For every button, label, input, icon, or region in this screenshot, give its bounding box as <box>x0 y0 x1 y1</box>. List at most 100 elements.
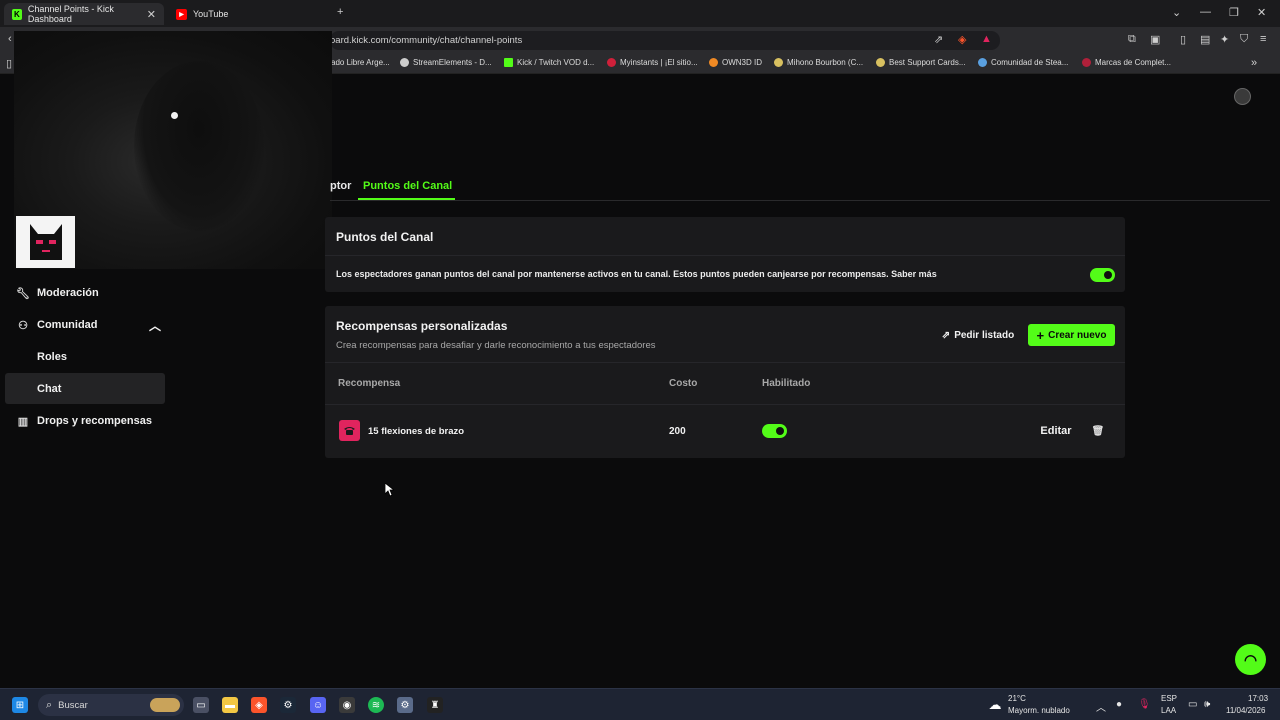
reward-icon <box>339 420 360 441</box>
bookmark-item[interactable]: Comunidad de Stea... <box>978 58 1068 67</box>
sidebar-item-moderacion[interactable]: 🔧︎ Moderación <box>16 282 99 304</box>
own3d-icon <box>709 58 718 67</box>
kick-vod-icon <box>504 58 513 67</box>
reward-cost: 200 <box>669 426 686 437</box>
bookmark-item[interactable]: Best Support Cards... <box>876 58 965 67</box>
language-top[interactable]: ESP <box>1161 694 1177 703</box>
channel-points-description: Los espectadores ganan puntos del canal … <box>336 269 937 279</box>
tab-divider <box>330 200 1270 201</box>
discord-icon[interactable]: ☺ <box>310 697 326 713</box>
sidebar-item-label: Drops y recompensas <box>37 415 152 427</box>
browser-tab-bar: K Channel Points - Kick Dashboard ✕ ▶ Yo… <box>0 0 1280 27</box>
kick-favicon-icon: K <box>12 8 22 20</box>
community-icon: ⚇ <box>18 319 28 332</box>
maximize-icon[interactable]: ❐ <box>1229 6 1239 19</box>
file-explorer-icon[interactable]: ▬ <box>222 697 238 713</box>
search-icon: ⌕ <box>46 698 53 711</box>
microphone-icon[interactable]: 🎙︎ <box>1138 699 1151 710</box>
leo-ai-icon[interactable]: ✦ <box>1220 33 1229 46</box>
channel-points-toggle[interactable] <box>1090 268 1115 282</box>
delete-icon[interactable]: 🗑︎ <box>1088 419 1108 443</box>
youtube-favicon-icon: ▶ <box>176 8 187 20</box>
sidebar-item-roles[interactable]: Roles <box>37 351 67 363</box>
volume-icon[interactable]: 🕪︎ <box>1204 699 1210 710</box>
profile-avatar[interactable] <box>1234 88 1251 105</box>
sidebar-item-drops[interactable]: ▥ Drops y recompensas <box>16 410 152 432</box>
sidebar-toggle-icon[interactable]: ▯ <box>1180 33 1186 46</box>
bookmark-item[interactable]: Marcas de Complet... <box>1082 58 1171 67</box>
create-new-button[interactable]: + Crear nuevo <box>1028 324 1115 346</box>
menu-icon[interactable]: ≡ <box>1260 33 1266 45</box>
wallet-icon[interactable]: ▤ <box>1200 33 1210 46</box>
close-tab-icon[interactable]: ✕ <box>147 8 156 21</box>
tab-channel-points[interactable]: K Channel Points - Kick Dashboard ✕ <box>4 3 164 25</box>
brave-browser-icon[interactable]: ◈ <box>251 697 267 713</box>
chevron-up-icon[interactable]: ︿ <box>149 317 161 334</box>
brave-rewards-icon[interactable]: ▲ <box>981 33 992 45</box>
tray-app-icon[interactable]: ● <box>1116 699 1122 710</box>
channel-avatar[interactable] <box>16 216 75 268</box>
bookmark-item[interactable]: Mihono Bourbon (C... <box>774 58 863 67</box>
vpn-icon[interactable]: ⛉ <box>1240 33 1248 46</box>
network-icon[interactable]: ▭ <box>1188 699 1197 710</box>
request-list-button[interactable]: ⇗ Pedir listado <box>936 324 1020 346</box>
brave-shield-icon[interactable]: ◈ <box>958 33 966 46</box>
url-field[interactable]: oard.kick.com/community/chat/channel-poi… <box>330 31 1000 50</box>
sidebar-item-comunidad[interactable]: ⚇ Comunidad ︿ <box>16 314 161 336</box>
tab-youtube[interactable]: ▶ YouTube <box>168 3 328 25</box>
back-icon[interactable]: ‹ <box>8 33 12 45</box>
obs-icon[interactable]: ◉ <box>339 697 355 713</box>
share-icon[interactable]: ⇗ <box>934 33 943 46</box>
screenshot-icon[interactable]: ▣ <box>1150 33 1160 46</box>
edit-reward-button[interactable]: Editar <box>1033 419 1079 443</box>
clock-date[interactable]: 11/04/2026 <box>1226 706 1265 715</box>
spotify-icon[interactable]: ≋ <box>368 697 384 713</box>
search-highlight-icon <box>150 698 180 712</box>
tab-puntos-del-canal[interactable]: Puntos del Canal <box>363 180 452 192</box>
bookmark-item[interactable]: Kick / Twitch VOD d... <box>504 58 594 67</box>
support-cards-icon <box>876 58 885 67</box>
reward-enabled-toggle[interactable] <box>762 424 787 438</box>
windows-start-icon[interactable]: ⊞ <box>12 697 28 713</box>
taskbar-search-input[interactable]: ⌕ Buscar <box>38 694 184 716</box>
phone-icon <box>344 427 355 435</box>
minimize-icon[interactable]: — <box>1200 6 1211 18</box>
steam-taskbar-icon[interactable]: ⚙ <box>280 697 296 713</box>
weather-icon: ☁ <box>988 697 1002 712</box>
tab-title: YouTube <box>193 9 229 19</box>
bookmark-item[interactable]: Myinstants | ¡El sitio... <box>607 58 698 67</box>
tab-list-icon[interactable]: ⌄ <box>1172 6 1181 19</box>
streamelements-icon <box>400 58 409 67</box>
bookmark-item[interactable]: StreamElements - D... <box>400 58 492 67</box>
new-tab-icon[interactable]: + <box>337 6 343 18</box>
drops-icon: ▥ <box>17 415 29 428</box>
support-chat-button[interactable]: ◠ <box>1235 644 1266 675</box>
close-window-icon[interactable]: ✕ <box>1257 6 1266 19</box>
channel-points-title: Puntos del Canal <box>336 230 434 244</box>
task-view-icon[interactable]: ▭ <box>193 697 209 713</box>
bookmarks-folder-icon[interactable]: ▯ <box>6 57 12 70</box>
divider <box>325 362 1125 363</box>
url-text: oard.kick.com/community/chat/channel-poi… <box>330 35 523 46</box>
headset-icon: ◠ <box>1243 651 1258 669</box>
more-bookmarks-icon[interactable]: » <box>1251 57 1257 69</box>
extensions-icon[interactable]: ⧉ <box>1128 33 1136 46</box>
column-header-habilitado: Habilitado <box>762 378 811 389</box>
custom-rewards-card: Recompensas personalizadas Crea recompen… <box>325 306 1125 458</box>
bookmark-item[interactable]: OWN3D ID <box>709 58 762 67</box>
sidebar-item-chat[interactable]: Chat <box>37 383 61 395</box>
bookmark-item[interactable]: ado Libre Arge... <box>331 58 390 67</box>
column-header-costo: Costo <box>669 378 698 389</box>
settings-icon[interactable]: ⚙ <box>397 697 413 713</box>
request-list-icon: ⇗ <box>941 329 951 341</box>
clock-time[interactable]: 17:03 <box>1248 694 1268 703</box>
language-bottom[interactable]: LAA <box>1161 706 1176 715</box>
tab-previous[interactable]: ptor <box>330 180 351 192</box>
tray-overflow-icon[interactable]: ︿ <box>1096 699 1106 714</box>
active-tab-indicator <box>358 198 455 200</box>
plus-icon: + <box>1036 327 1045 343</box>
divider <box>325 255 1125 256</box>
weather-temp[interactable]: 21°C <box>1008 694 1026 703</box>
weather-desc[interactable]: Mayorm. nublado <box>1008 706 1070 715</box>
app-icon[interactable]: ♜ <box>427 697 443 713</box>
